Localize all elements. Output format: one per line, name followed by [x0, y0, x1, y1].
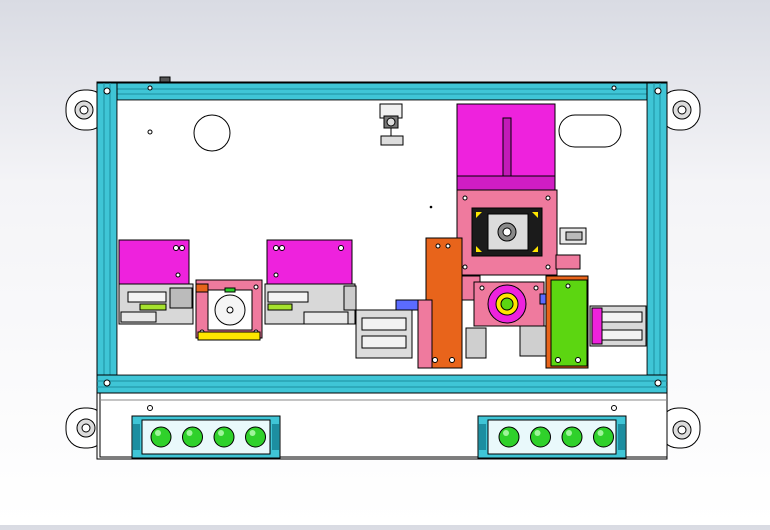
access-hole-left: [193, 114, 231, 152]
button-icon[interactable]: [213, 426, 235, 448]
button-icon[interactable]: [498, 426, 520, 448]
left-gripper-module: [118, 239, 194, 325]
center-spindle-block: [195, 279, 263, 341]
button-highlight: [155, 430, 161, 436]
assembly-drawing: [65, 76, 701, 460]
button-highlight: [597, 430, 604, 436]
right-linear-guide: [589, 305, 647, 347]
green-support-bracket: [545, 275, 589, 369]
button-icon[interactable]: [150, 426, 172, 448]
button-highlight: [218, 430, 224, 436]
cad-viewport[interactable]: [0, 0, 770, 525]
fastener: [429, 205, 433, 209]
button-icon[interactable]: [593, 426, 614, 448]
button-highlight: [249, 430, 256, 436]
button-icon[interactable]: [245, 426, 266, 448]
button-highlight: [534, 430, 541, 436]
button-icon[interactable]: [561, 426, 583, 448]
button-highlight: [186, 430, 193, 436]
button-highlight: [503, 430, 509, 436]
button-icon[interactable]: [182, 426, 203, 448]
button-highlight: [566, 430, 572, 436]
right-gripper-module: [264, 239, 357, 325]
access-slot-right: [558, 114, 622, 148]
button-icon[interactable]: [530, 426, 551, 448]
